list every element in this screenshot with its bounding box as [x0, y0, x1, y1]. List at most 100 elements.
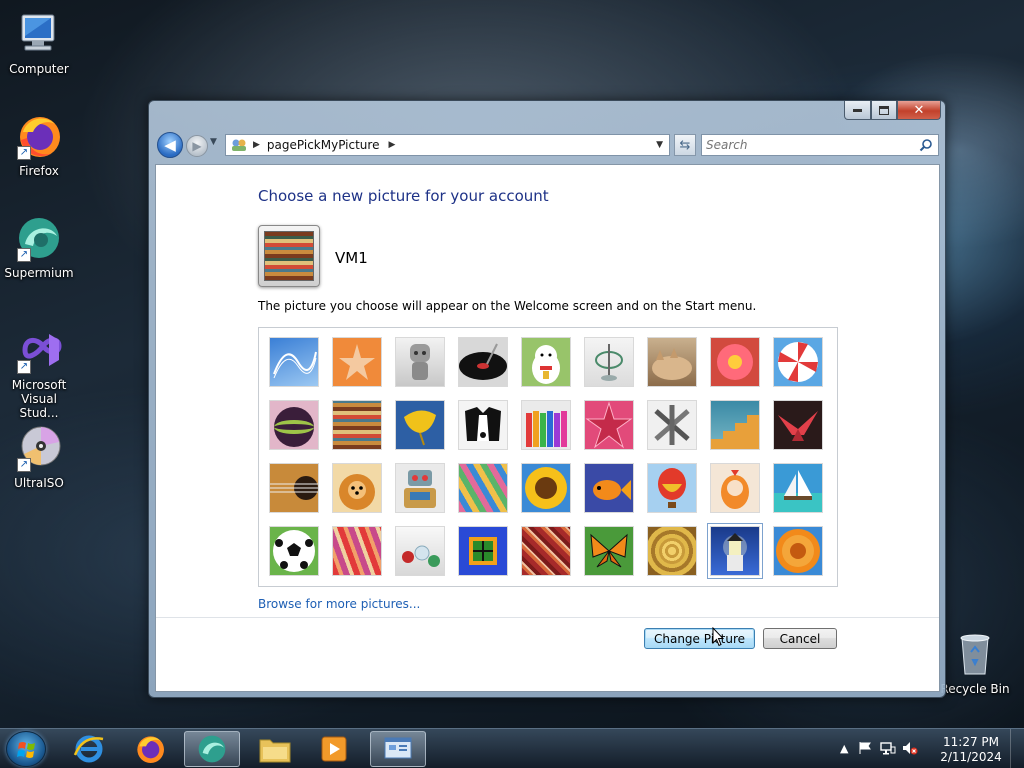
desktop-icon-ultraiso[interactable]: ↗ UltraISO	[0, 424, 78, 490]
address-dropdown-icon[interactable]: ▼	[656, 140, 663, 150]
desktop-icon-label: Firefox	[19, 164, 59, 178]
sailboat-image	[784, 470, 812, 500]
start-button[interactable]	[6, 731, 46, 767]
picture-description: The picture you choose will appear on th…	[258, 299, 757, 313]
mouse-cursor-icon	[712, 627, 724, 647]
star-lantern-image	[585, 401, 633, 449]
ball-image	[274, 407, 314, 447]
desktop-icon-visual-studio[interactable]: ↗ Microsoft Visual Stud...	[0, 326, 78, 420]
desktop-icon-recycle-bin[interactable]: Recycle Bin	[936, 630, 1014, 696]
picture-tile-robot-toy[interactable]	[396, 338, 444, 386]
picture-tile-sailboat[interactable]	[774, 464, 822, 512]
picture-tile-butterfly[interactable]	[585, 527, 633, 575]
desktop-icon-supermium[interactable]: ↗ Supermium	[0, 214, 78, 280]
system-tray: ▲ 11:27 PM 2/11/2024	[834, 729, 1024, 768]
action-center-flag-icon[interactable]	[858, 741, 872, 755]
volume-muted-icon[interactable]	[902, 741, 918, 755]
picture-tile-stairs[interactable]	[711, 401, 759, 449]
picture-tile-roller-coaster[interactable]	[270, 338, 318, 386]
picture-tile-gyroscope[interactable]	[585, 338, 633, 386]
back-button[interactable]: ◀	[157, 132, 183, 158]
breadcrumb-item[interactable]: pagePickMyPicture	[267, 138, 380, 152]
orange-daisy-image	[776, 529, 820, 573]
picture-tile-orange-daisy[interactable]	[774, 527, 822, 575]
show-hidden-icons-button[interactable]: ▲	[840, 742, 848, 755]
breadcrumb-separator-icon[interactable]: ▶	[388, 140, 395, 150]
taskbar-firefox[interactable]	[122, 731, 178, 767]
picture-tile-fabric-red[interactable]	[333, 527, 381, 575]
disc-icon: ↗	[15, 424, 63, 472]
picture-tile-star-lantern[interactable]	[585, 401, 633, 449]
picture-tile-sleeping-kitten[interactable]	[648, 338, 696, 386]
search-input[interactable]	[706, 138, 906, 152]
picture-tile-starfish[interactable]	[333, 338, 381, 386]
taskbar-internet-explorer[interactable]	[61, 731, 117, 767]
cancel-button[interactable]: Cancel	[763, 628, 837, 649]
picture-tile-origami-crane[interactable]	[774, 401, 822, 449]
control-panel-window-icon	[384, 737, 412, 759]
crayons-image	[526, 411, 567, 447]
visual-studio-icon: ↗	[15, 326, 63, 374]
picture-tile-jacks[interactable]	[648, 401, 696, 449]
taskbar-supermium[interactable]	[184, 731, 240, 767]
shortcut-arrow-icon: ↗	[17, 248, 31, 262]
maximize-button[interactable]	[871, 101, 897, 120]
picture-tile-guitar[interactable]	[270, 464, 318, 512]
desktop-icon-firefox[interactable]: ↗ Firefox	[0, 112, 78, 178]
desktop-icon-computer[interactable]: Computer	[0, 10, 78, 76]
clock-date: 2/11/2024	[940, 750, 1002, 764]
sleeping-kitten-image	[652, 348, 692, 380]
recent-pages-dropdown[interactable]: ▼	[210, 137, 217, 147]
media-player-icon	[321, 736, 347, 762]
clock[interactable]: 11:27 PM 2/11/2024	[936, 735, 1006, 765]
picture-tile-green-window[interactable]	[459, 527, 507, 575]
goldfish-image	[593, 480, 631, 500]
picture-tile-lighthouse[interactable]	[707, 523, 763, 579]
taskbar-media-player[interactable]	[306, 731, 362, 767]
address-bar[interactable]: ▶ pagePickMyPicture ▶ ▼	[225, 134, 670, 156]
forward-button[interactable]: ▶	[186, 135, 208, 157]
origami-crane-image	[778, 411, 818, 441]
refresh-button[interactable]: ⇆	[674, 134, 696, 156]
close-icon: ✕	[913, 102, 925, 118]
picture-tile-woven-textile[interactable]	[522, 527, 570, 575]
picture-tile-crayons[interactable]	[522, 401, 570, 449]
picture-tile-soccer-ball[interactable]	[270, 527, 318, 575]
forward-arrow-icon: ▶	[192, 139, 202, 153]
tin-robot-image	[404, 470, 436, 508]
show-desktop-button[interactable]	[1010, 729, 1024, 768]
close-button[interactable]: ✕	[897, 101, 941, 120]
search-icon[interactable]	[919, 138, 933, 152]
picture-tile-silk-scarves[interactable]	[459, 464, 507, 512]
picture-tile-hot-air-balloon[interactable]	[648, 464, 696, 512]
shortcut-arrow-icon: ↗	[17, 360, 31, 374]
desktop-icon-label: Recycle Bin	[940, 682, 1010, 696]
picture-tile-turntable[interactable]	[459, 338, 507, 386]
roller-coaster-image	[273, 351, 317, 379]
taskbar-file-explorer[interactable]	[247, 731, 303, 767]
search-box[interactable]	[701, 134, 939, 156]
browse-more-pictures-link[interactable]: Browse for more pictures...	[258, 597, 420, 611]
navigation-bar: ◀ ▶ ▼ ▶ pagePickMyPicture ▶ ▼ ⇆	[157, 131, 939, 159]
content-pane: Choose a new picture for your account VM…	[155, 164, 940, 692]
shortcut-arrow-icon: ↗	[17, 146, 31, 160]
picture-tile-ginkgo-leaf[interactable]	[396, 401, 444, 449]
picture-tile-sunflower[interactable]	[522, 464, 570, 512]
picture-tile-marbles[interactable]	[396, 527, 444, 575]
picture-tile-pomeranian[interactable]	[333, 464, 381, 512]
taskbar-control-panel[interactable]	[370, 731, 426, 767]
minimize-button[interactable]	[844, 101, 871, 120]
breadcrumb-separator-icon[interactable]: ▶	[253, 140, 260, 150]
picture-tile-fabric-stripes[interactable]	[333, 401, 381, 449]
picture-tile-soccer-ball-purple[interactable]	[270, 401, 318, 449]
picture-tile-tin-robot[interactable]	[396, 464, 444, 512]
picture-tile-border-collie[interactable]	[459, 401, 507, 449]
picture-tile-wicker-basket[interactable]	[648, 527, 696, 575]
picture-tile-doll-figure[interactable]	[711, 464, 759, 512]
picture-tile-lucky-cat[interactable]	[522, 338, 570, 386]
network-icon[interactable]	[880, 741, 896, 755]
change-picture-button[interactable]: Change Picture	[644, 628, 755, 649]
picture-tile-goldfish[interactable]	[585, 464, 633, 512]
picture-tile-pinwheel[interactable]	[774, 338, 822, 386]
picture-tile-pink-flower[interactable]	[711, 338, 759, 386]
